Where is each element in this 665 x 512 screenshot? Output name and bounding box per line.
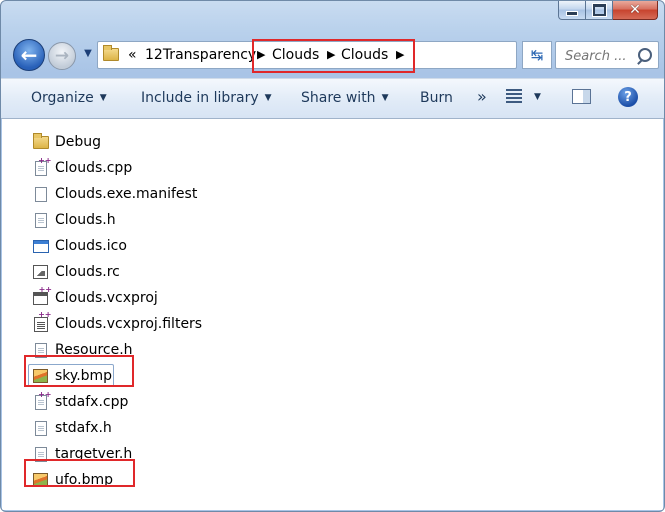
list-item-clouds-ico[interactable]: Clouds.ico bbox=[32, 236, 127, 256]
forward-button[interactable]: → bbox=[48, 42, 76, 70]
view-options-button[interactable]: ▼ bbox=[534, 92, 541, 102]
header-file-icon bbox=[32, 212, 49, 229]
file-name: Clouds.cpp bbox=[55, 160, 133, 176]
list-item-resource-h[interactable]: Resource.h bbox=[32, 340, 133, 360]
share-label: Share with bbox=[301, 90, 376, 106]
folder-icon bbox=[32, 132, 49, 151]
refresh-icon: ↹ bbox=[530, 46, 544, 64]
header-file-icon bbox=[32, 446, 49, 463]
chevron-down-icon: ▼ bbox=[264, 93, 272, 103]
list-item-ufo-bmp[interactable]: ufo.bmp bbox=[32, 470, 113, 490]
list-item-clouds-rc[interactable]: Clouds.rc bbox=[32, 262, 120, 282]
file-name: stdafx.h bbox=[55, 420, 112, 436]
file-name: sky.bmp bbox=[55, 368, 113, 384]
maximize-button[interactable] bbox=[586, 1, 613, 20]
command-bar: Organize ▼ Include in library ▼ Share with… bbox=[1, 78, 664, 119]
share-with-button[interactable]: Share with ▼ bbox=[301, 90, 388, 106]
bitmap-file-icon bbox=[32, 472, 49, 489]
list-item-clouds-vcxproj[interactable]: Clouds.vcxproj bbox=[32, 285, 158, 308]
navigation-bar: ← → ▼ « 12Transparency ▶ Clouds ▶ Clouds… bbox=[11, 39, 661, 73]
close-button[interactable]: ✕ bbox=[613, 1, 658, 20]
file-name: stdafx.cpp bbox=[55, 394, 129, 410]
include-label: Include in library bbox=[141, 90, 259, 106]
folder-icon bbox=[103, 45, 119, 61]
address-bar[interactable]: « 12Transparency ▶ Clouds ▶ Clouds ▶ bbox=[97, 41, 517, 69]
chevron-down-icon: ▼ bbox=[99, 93, 107, 103]
burn-button[interactable]: Burn bbox=[420, 90, 453, 106]
vcxproj-file-icon bbox=[32, 285, 52, 307]
search-box[interactable] bbox=[555, 41, 659, 69]
file-name: ufo.bmp bbox=[55, 472, 113, 488]
organize-menu-button[interactable]: Organize ▼ bbox=[31, 90, 107, 106]
forward-arrow-icon: → bbox=[54, 46, 70, 66]
file-name: Clouds.ico bbox=[55, 238, 127, 254]
more-chevron-icon: » bbox=[477, 87, 487, 106]
ico-file-icon bbox=[32, 238, 49, 255]
help-icon: ? bbox=[624, 89, 632, 105]
recent-pages-button[interactable]: ▼ bbox=[81, 47, 95, 61]
back-arrow-icon: ← bbox=[20, 43, 38, 67]
header-file-icon bbox=[32, 420, 49, 437]
chevron-down-icon: ▼ bbox=[84, 48, 92, 59]
file-list-pane: Debug Clouds.cpp Clouds.exe.manifest Clo… bbox=[2, 119, 663, 510]
search-icon bbox=[638, 48, 652, 62]
file-name: Debug bbox=[55, 134, 102, 150]
file-name: Resource.h bbox=[55, 342, 133, 358]
change-view-button[interactable] bbox=[506, 89, 522, 105]
cpp-file-icon bbox=[32, 156, 51, 177]
file-icon bbox=[32, 186, 49, 203]
breadcrumb-separator-icon[interactable]: ▶ bbox=[396, 48, 404, 61]
file-name: Clouds.exe.manifest bbox=[55, 186, 198, 202]
caption-buttons: ✕ bbox=[558, 1, 658, 20]
breadcrumb-segment-clouds[interactable]: Clouds bbox=[272, 47, 319, 63]
burn-label: Burn bbox=[420, 90, 453, 106]
maximize-icon bbox=[591, 3, 607, 17]
file-name: targetver.h bbox=[55, 446, 133, 462]
cpp-file-icon bbox=[32, 390, 51, 411]
organize-label: Organize bbox=[31, 90, 94, 106]
file-name: Clouds.vcxproj.filters bbox=[55, 316, 203, 332]
minimize-icon bbox=[566, 10, 578, 16]
breadcrumb-separator-icon[interactable]: ▶ bbox=[327, 48, 335, 61]
explorer-window: ✕ ← → ▼ « 12Transparency ▶ Clouds ▶ Clou… bbox=[0, 0, 665, 512]
file-name: Clouds.h bbox=[55, 212, 116, 228]
include-in-library-button[interactable]: Include in library ▼ bbox=[141, 90, 272, 106]
resource-file-icon bbox=[32, 264, 49, 281]
back-button[interactable]: ← bbox=[13, 39, 45, 71]
chevron-down-icon: ▼ bbox=[534, 92, 541, 102]
list-item-stdafx-cpp[interactable]: stdafx.cpp bbox=[32, 390, 129, 412]
more-commands-button[interactable]: » bbox=[477, 87, 487, 106]
address-overflow-button[interactable]: « bbox=[128, 47, 137, 63]
chevron-down-icon: ▼ bbox=[381, 93, 389, 103]
header-file-icon bbox=[32, 342, 49, 359]
filters-file-icon bbox=[32, 310, 51, 333]
list-item-debug[interactable]: Debug bbox=[32, 132, 101, 152]
file-name: Clouds.rc bbox=[55, 264, 120, 280]
breadcrumb-segment-12transparency[interactable]: 12Transparency bbox=[145, 47, 256, 63]
list-item-clouds-vcxproj-filters[interactable]: Clouds.vcxproj.filters bbox=[32, 310, 203, 334]
bitmap-file-icon bbox=[32, 368, 49, 385]
refresh-button[interactable]: ↹ bbox=[522, 41, 552, 69]
list-item-clouds-exe-manifest[interactable]: Clouds.exe.manifest bbox=[32, 184, 197, 204]
list-item-stdafx-h[interactable]: stdafx.h bbox=[32, 418, 112, 438]
list-item-targetver-h[interactable]: targetver.h bbox=[32, 444, 132, 464]
list-item-sky-bmp[interactable]: sky.bmp bbox=[32, 366, 112, 386]
list-item-clouds-h[interactable]: Clouds.h bbox=[32, 210, 116, 230]
close-icon: ✕ bbox=[629, 2, 641, 18]
file-name: Clouds.vcxproj bbox=[55, 290, 158, 306]
preview-pane-button[interactable] bbox=[572, 89, 591, 104]
help-button[interactable]: ? bbox=[618, 87, 638, 107]
breadcrumb-separator-icon[interactable]: ▶ bbox=[257, 48, 265, 61]
minimize-button[interactable] bbox=[558, 1, 586, 20]
breadcrumb-segment-clouds-current[interactable]: Clouds bbox=[341, 47, 388, 63]
list-item-clouds-cpp[interactable]: Clouds.cpp bbox=[32, 156, 133, 178]
search-input[interactable] bbox=[563, 44, 641, 68]
